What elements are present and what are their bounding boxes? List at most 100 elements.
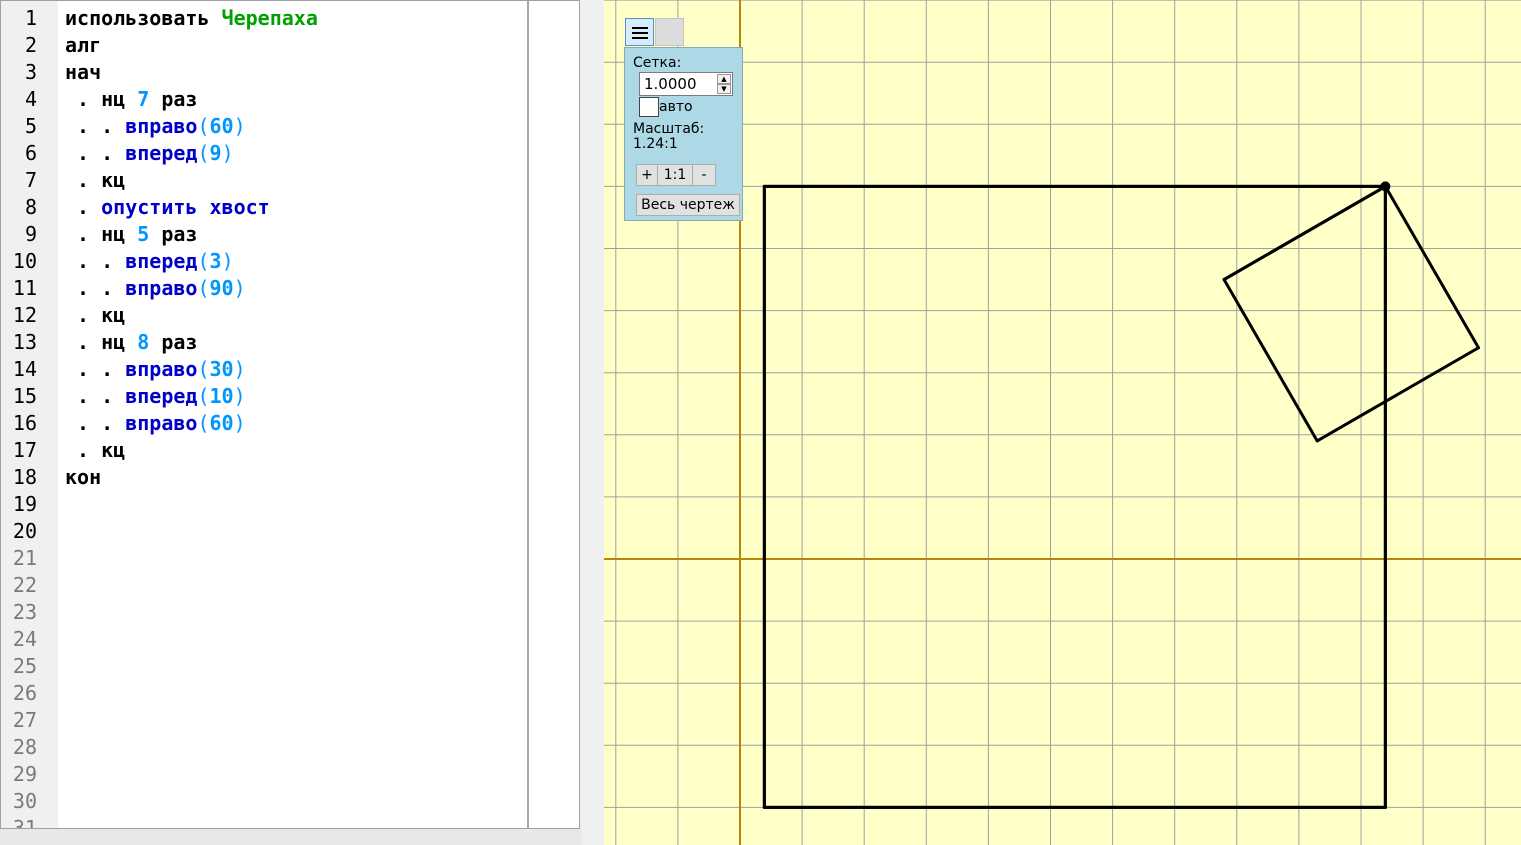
code-line[interactable]: кон [65, 464, 101, 491]
code-token: раз [149, 222, 198, 246]
code-token: 9 [209, 141, 222, 165]
code-line[interactable]: . . вперед(10) [65, 383, 246, 410]
code-token: кц [101, 303, 126, 327]
code-line[interactable]: . . вправо(90) [65, 275, 246, 302]
line-number: 25 [12, 654, 37, 678]
code-token: опустить хвост [101, 195, 270, 219]
fit-all-button[interactable]: Весь чертеж [636, 194, 740, 216]
turtle-trail-segment [1383, 184, 1481, 350]
code-token: ( [197, 411, 210, 435]
turtle-trail-segment [1222, 278, 1319, 443]
code-line[interactable]: . . вправо(60) [65, 113, 246, 140]
code-token: кц [101, 168, 126, 192]
line-number: 14 [12, 357, 37, 381]
code-line[interactable]: . кц [65, 302, 125, 329]
code-token: вперед [125, 141, 198, 165]
line-number: 31 [12, 816, 37, 829]
turtle-icon [1380, 181, 1391, 192]
grid-settings-panel: Сетка: 1.0000 ▲ ▼ авто Масштаб: 1.24:1 +… [624, 47, 743, 221]
code-line[interactable]: . нц 8 раз [65, 329, 197, 356]
code-token: использовать [65, 6, 222, 30]
code-token: . . [65, 141, 126, 165]
zoom-out-button[interactable]: - [692, 164, 716, 186]
line-number-gutter: 1 2 3 4 5 6 7 8 9 10 11 12 13 14 15 16 17 18 19 20 21 22 23 24 2… [1, 1, 58, 828]
menu-toggle-button[interactable] [625, 18, 654, 46]
line-number: 20 [12, 519, 37, 543]
code-token: 10 [209, 384, 234, 408]
line-number: 24 [12, 627, 37, 651]
code-line[interactable]: использовать Черепаха [65, 5, 318, 32]
grid-label: Сетка: [633, 55, 682, 71]
code-line[interactable]: . . вперед(9) [65, 140, 234, 167]
secondary-panel-button[interactable] [655, 18, 684, 46]
code-line[interactable]: . . вперед(3) [65, 248, 234, 275]
code-token: . . [65, 411, 126, 435]
code-token: Черепаха [221, 6, 318, 30]
code-token: ) [233, 411, 246, 435]
line-number: 22 [12, 573, 37, 597]
line-number: 28 [12, 735, 37, 759]
code-token: кон [65, 465, 102, 489]
code-line[interactable]: . кц [65, 167, 125, 194]
spin-up-icon[interactable]: ▲ [717, 74, 731, 84]
spin-down-icon[interactable]: ▼ [717, 84, 731, 94]
line-number: 3 [24, 60, 37, 84]
code-token: ) [233, 276, 246, 300]
turtle-trail-segment [1315, 346, 1481, 443]
code-token: ( [197, 276, 210, 300]
code-token: . . [65, 114, 126, 138]
line-number: 12 [12, 303, 37, 327]
code-token: ) [233, 384, 246, 408]
line-number: 13 [12, 330, 37, 354]
code-token: раз [149, 330, 198, 354]
line-number: 23 [12, 600, 37, 624]
code-line[interactable]: . кц [65, 437, 125, 464]
line-number: 9 [24, 222, 37, 246]
code-line[interactable]: . . вправо(30) [65, 356, 246, 383]
code-token: 8 [137, 330, 150, 354]
line-number: 19 [12, 492, 37, 516]
pane-splitter[interactable] [582, 0, 604, 845]
code-token: 3 [209, 249, 222, 273]
line-number: 27 [12, 708, 37, 732]
zoom-in-button[interactable]: + [636, 164, 658, 186]
auto-grid-checkbox[interactable] [639, 97, 659, 117]
code-token: вправо [125, 114, 198, 138]
code-token: вправо [125, 357, 198, 381]
code-line[interactable]: . нц 5 раз [65, 221, 197, 248]
code-line[interactable]: . . вправо(60) [65, 410, 246, 437]
code-token: 5 [137, 222, 150, 246]
code-line[interactable]: . опустить хвост [65, 194, 270, 221]
code-token: ( [197, 249, 210, 273]
grid-step-value: 1.0000 [644, 75, 697, 93]
line-number: 2 [24, 33, 37, 57]
code-token: ( [197, 141, 210, 165]
line-number: 15 [12, 384, 37, 408]
code-token: . [65, 168, 102, 192]
code-token: . . [65, 384, 126, 408]
code-token: нц [101, 87, 138, 111]
code-token: . [65, 438, 102, 462]
code-line[interactable]: алг [65, 32, 101, 59]
code-token: вперед [125, 249, 198, 273]
code-token: 30 [209, 357, 234, 381]
zoom-reset-button[interactable]: 1:1 [657, 164, 693, 186]
code-token: . [65, 303, 102, 327]
code-line[interactable]: . нц 7 раз [65, 86, 197, 113]
code-token: 60 [209, 411, 234, 435]
code-token: ) [233, 357, 246, 381]
line-number: 21 [12, 546, 37, 570]
code-token: вправо [125, 411, 198, 435]
code-token: раз [149, 87, 198, 111]
scale-value: 1.24:1 [633, 136, 678, 152]
code-line[interactable]: нач [65, 59, 101, 86]
code-editor[interactable]: 1 2 3 4 5 6 7 8 9 10 11 12 13 14 15 16 17 18 19 20 21 22 23 24 2… [0, 0, 580, 829]
line-number: 1 [24, 6, 37, 30]
code-token: . [65, 195, 102, 219]
grid-step-input[interactable]: 1.0000 ▲ ▼ [639, 72, 733, 96]
code-token: 7 [137, 87, 150, 111]
editor-horizontal-scrollbar[interactable] [0, 829, 582, 845]
code-token: нц [101, 222, 138, 246]
code-token: ) [233, 114, 246, 138]
line-number: 4 [24, 87, 37, 111]
